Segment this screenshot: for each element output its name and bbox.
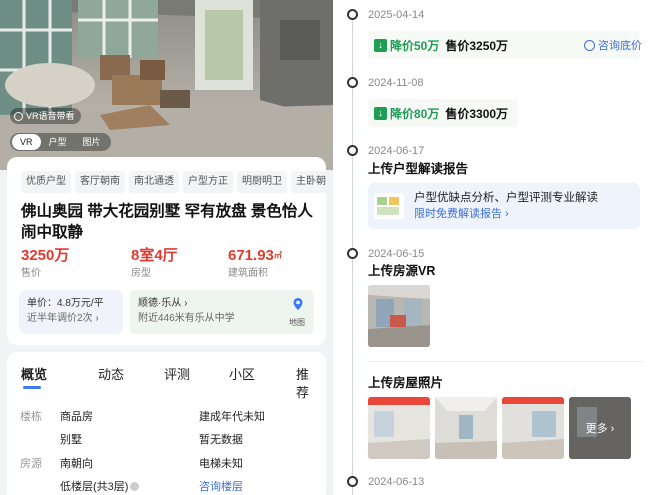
chevron-right-icon: › <box>95 313 99 324</box>
feature-tag: 主卧朝南 <box>291 171 326 193</box>
location-box[interactable]: 顺德·乐从 › 附近446米有乐从中学 地图 <box>130 290 314 334</box>
vr-icon <box>14 111 23 121</box>
price-drop-badge: ↓ 降价80万 <box>374 105 439 122</box>
listing-title: 佛山奥园 带大花园别墅 罕有放盘 景色怡人闹中取静 <box>21 203 313 241</box>
tab-recommend[interactable]: 推荐 <box>296 366 319 402</box>
info-icon[interactable] <box>130 482 140 491</box>
row-key-listing: 房源 <box>20 458 42 470</box>
price-drop-row: ↓ 降价80万 售价3300万 <box>368 99 518 127</box>
photo-thumbnail[interactable] <box>435 397 497 459</box>
price-drop-badge: ↓ 降价50万 <box>374 37 439 54</box>
event-title: 上传房源VR <box>368 264 436 278</box>
event-title: 上传房屋照片 <box>368 376 444 390</box>
report-thumbnail <box>374 193 404 219</box>
timeline-dot <box>347 9 358 20</box>
timeline-dot <box>347 77 358 88</box>
consult-floor-link[interactable]: 咨询楼层 <box>199 479 243 495</box>
tab-community[interactable]: 小区 <box>229 366 255 384</box>
timeline-dot <box>347 476 358 487</box>
listing-info-card: 优质户型 客厅朝南 南北通透 户型方正 明厨明卫 主卧朝南 佛山奥园 带大花园别… <box>7 157 326 345</box>
nearby-school-text: 附近446米有乐从中学 <box>138 313 235 324</box>
area-value: 671.93 <box>228 247 274 264</box>
listing-pane: VR语音带看 VR 户型 图片 优质户型 客厅朝南 南北通透 户型方正 明厨明卫… <box>0 0 333 495</box>
tab-review[interactable]: 评测 <box>164 366 190 384</box>
chat-icon <box>584 39 595 51</box>
feature-tags: 优质户型 客厅朝南 南北通透 户型方正 明厨明卫 主卧朝南 <box>21 171 326 193</box>
floor-text: 低楼层(共3层) <box>60 481 129 493</box>
map-pin-icon <box>293 298 303 310</box>
vr-voice-label: VR语音带看 <box>26 111 75 121</box>
new-price: 售价3300万 <box>445 106 509 121</box>
floorplan-report-card[interactable]: 户型优缺点分析、户型评测专业解读 限时免费解读报告 › <box>368 183 640 229</box>
area-stat: 671.93㎡ 建筑面积 <box>228 247 282 281</box>
more-photos-button[interactable]: 更多 › <box>569 397 631 459</box>
event-title: 上传户型解读报告 <box>368 162 469 176</box>
event-date: 2024-06-17 <box>368 145 425 157</box>
vr-voice-tour-chip[interactable]: VR语音带看 <box>10 108 81 124</box>
layout-label: 房型 <box>131 268 151 279</box>
building-info-value: 暂无数据 <box>199 434 243 446</box>
drop-amount: 降价80万 <box>390 106 440 121</box>
event-date: 2024-11-08 <box>368 77 424 89</box>
new-price: 售价3250万 <box>445 38 509 53</box>
feature-tag: 明厨明卫 <box>237 171 287 193</box>
tab-overview[interactable]: 概览 <box>21 366 47 384</box>
report-description: 户型优缺点分析、户型评测专业解读 <box>414 192 598 204</box>
timeline-dot <box>347 145 358 156</box>
area-label: 建筑面积 <box>228 268 268 279</box>
feature-tag: 优质户型 <box>21 171 71 193</box>
building-type-value: 别墅 <box>60 434 82 446</box>
map-label[interactable]: 地图 <box>289 317 305 328</box>
media-tabs: VR 户型 图片 <box>10 133 111 151</box>
layout-stat: 8室4厅 房型 <box>131 247 178 281</box>
active-tab-indicator <box>23 386 41 389</box>
consult-lowest-price-button[interactable]: 咨询底价 <box>584 37 642 53</box>
media-tab-floorplan[interactable]: 户型 <box>41 134 75 150</box>
detail-tabs: 概览 动态 评测 小区 推荐 <box>19 366 319 400</box>
price-value: 3250万 <box>21 247 70 264</box>
detail-card: 概览 动态 评测 小区 推荐 楼栋 商品房 建成年代未知 别墅 暂无数据 房源 … <box>7 352 326 495</box>
arrow-down-icon: ↓ <box>374 106 387 120</box>
price-adjust-text: 近半年调价2次 <box>27 313 93 324</box>
area-unit: ㎡ <box>273 251 282 260</box>
unit-price-box[interactable]: 单价：4.8万元/平 近半年调价2次 › <box>19 290 123 334</box>
media-tab-vr[interactable]: VR <box>12 134 41 150</box>
feature-tag: 南北通透 <box>129 171 179 193</box>
build-year-value: 建成年代未知 <box>199 411 265 423</box>
more-photos-label: 更多 › <box>569 397 631 459</box>
event-date: 2024-06-15 <box>368 248 425 260</box>
row-key-building: 楼栋 <box>20 411 42 423</box>
event-date: 2024-06-13 <box>368 476 425 488</box>
vr-hero-image[interactable]: VR语音带看 VR 户型 图片 <box>0 0 333 170</box>
feature-tag: 客厅朝南 <box>75 171 125 193</box>
event-date: 2025-04-14 <box>368 9 425 21</box>
tab-updates[interactable]: 动态 <box>98 366 124 384</box>
photo-thumbnail[interactable] <box>368 397 430 459</box>
drop-amount: 降价50万 <box>390 38 440 53</box>
property-type-value: 商品房 <box>60 411 93 423</box>
chevron-right-icon: › <box>184 298 188 309</box>
unit-price-text: 单价：4.8万元/平 <box>27 298 104 309</box>
free-report-link[interactable]: 限时免费解读报告 › <box>414 207 509 222</box>
layout-value: 8室4厅 <box>131 247 178 264</box>
arrow-down-icon: ↓ <box>374 38 387 52</box>
section-divider <box>368 361 644 362</box>
feature-tag: 户型方正 <box>183 171 233 193</box>
consult-label: 咨询底价 <box>598 40 642 52</box>
district-text: 顺德·乐从 <box>138 298 182 309</box>
floor-value: 低楼层(共3层) <box>60 479 140 495</box>
photo-thumbnail[interactable] <box>502 397 564 459</box>
price-stat: 3250万 售价 <box>21 247 69 281</box>
timeline-dot <box>347 248 358 259</box>
vr-thumbnail[interactable] <box>368 285 430 347</box>
media-tab-photos[interactable]: 图片 <box>75 134 109 150</box>
key-stats: 3250万 售价 8室4厅 房型 671.93㎡ 建筑面积 <box>21 247 321 281</box>
timeline-pane: 2025-04-14 ↓ 降价50万 售价3250万 咨询底价 2024-11-… <box>336 0 660 495</box>
orientation-value: 南朝向 <box>60 458 93 470</box>
elevator-value: 电梯未知 <box>199 458 243 470</box>
price-label: 售价 <box>21 268 41 279</box>
